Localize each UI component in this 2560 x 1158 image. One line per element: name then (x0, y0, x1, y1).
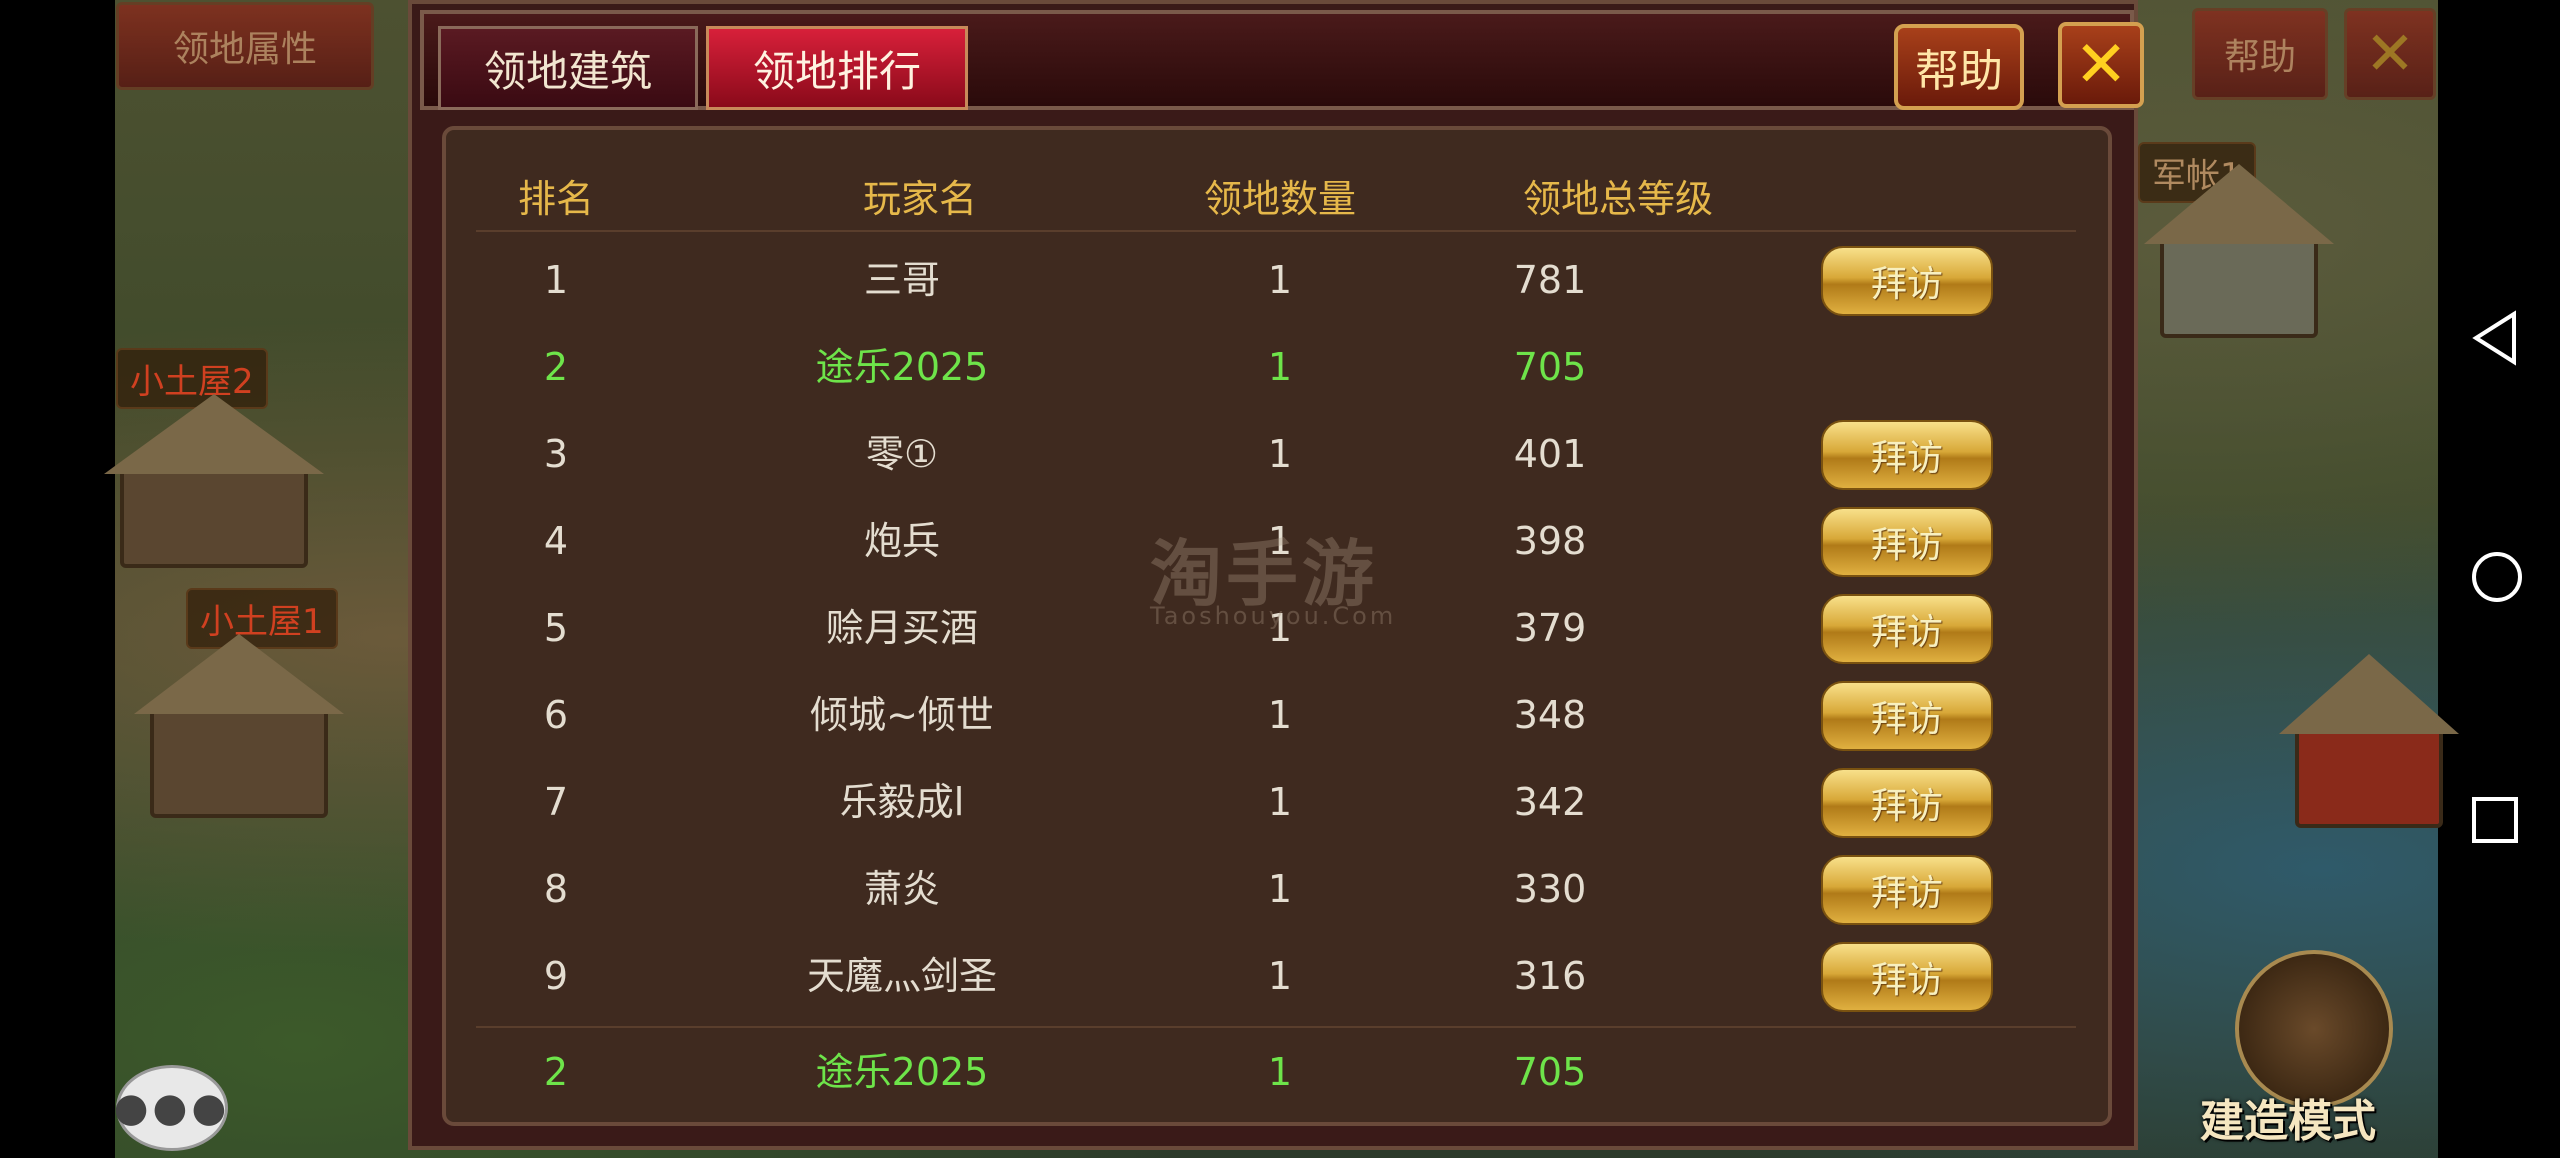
visit-button[interactable]: 拜访 (1821, 507, 1993, 577)
player-name-cell: 零① (865, 432, 939, 476)
total-level-cell: 348 (1513, 693, 1587, 737)
player-name-cell: 倾城~倾世 (810, 693, 994, 737)
player-name-cell: 赊月买酒 (825, 606, 979, 650)
self-total-level: 705 (1513, 1050, 1587, 1094)
visit-button[interactable]: 拜访 (1821, 246, 1993, 316)
total-level-cell: 705 (1513, 345, 1587, 389)
table-row: 8 萧炎 1 330 拜访 (446, 849, 2116, 929)
table-row: 7 乐毅成l 1 342 拜访 (446, 762, 2116, 842)
player-name-cell: 三哥 (863, 258, 941, 302)
rank-cell: 2 (543, 345, 569, 389)
home-circle-icon[interactable] (2470, 550, 2524, 608)
header-total-level: 领地总等级 (1522, 177, 1714, 221)
rank-cell: 1 (543, 258, 569, 302)
tab-territory-buildings[interactable]: 领地建筑 (438, 26, 698, 110)
total-level-cell: 342 (1513, 780, 1587, 824)
visit-button[interactable]: 拜访 (1821, 768, 1993, 838)
territory-count-cell: 1 (1267, 258, 1293, 302)
footer-divider (476, 1026, 2076, 1028)
rank-cell: 5 (543, 606, 569, 650)
territory-count-cell: 1 (1267, 867, 1293, 911)
territory-count-cell: 1 (1267, 345, 1293, 389)
player-name-cell: 炮兵 (863, 519, 941, 563)
tab-territory-ranking[interactable]: 领地排行 (706, 26, 968, 110)
rank-cell: 3 (543, 432, 569, 476)
player-name-cell: 乐毅成l (839, 780, 965, 824)
player-name-cell: 途乐2025 (815, 345, 989, 389)
self-player-name: 途乐2025 (815, 1050, 989, 1094)
player-name-cell: 萧炎 (863, 867, 941, 911)
rank-cell: 9 (543, 954, 569, 998)
territory-count-cell: 1 (1267, 780, 1293, 824)
hut-building[interactable] (150, 700, 328, 818)
territory-count-cell: 1 (1267, 693, 1293, 737)
visit-button[interactable]: 拜访 (1821, 594, 1993, 664)
territory-count-cell: 1 (1267, 432, 1293, 476)
total-level-cell: 316 (1513, 954, 1587, 998)
total-level-cell: 398 (1513, 519, 1587, 563)
visit-button[interactable]: 拜访 (1821, 942, 1993, 1012)
background-help-button[interactable]: 帮助 (2192, 8, 2328, 100)
header-divider (476, 230, 2076, 232)
player-name-cell: 天魔灬剑圣 (806, 954, 998, 998)
total-level-cell: 401 (1513, 432, 1587, 476)
map-label-hut-2[interactable]: 小土屋2 (116, 348, 268, 409)
self-rank: 2 (543, 1050, 569, 1094)
rank-cell: 6 (543, 693, 569, 737)
rank-cell: 4 (543, 519, 569, 563)
territory-attributes-button[interactable]: 领地属性 (116, 2, 374, 90)
header-player-name: 玩家名 (862, 177, 978, 221)
total-level-cell: 781 (1513, 258, 1587, 302)
visit-button[interactable]: 拜访 (1821, 681, 1993, 751)
table-row: 3 零① 1 401 拜访 (446, 414, 2116, 494)
self-rank-row: 2 途乐2025 1 705 (446, 1032, 2116, 1112)
tab-bar: 领地建筑 领地排行 帮助 ✕ (420, 10, 2144, 110)
chat-bubble-icon[interactable]: ●●● (114, 1065, 228, 1151)
header-territory-count: 领地数量 (1203, 177, 1357, 221)
close-icon[interactable]: ✕ (2058, 22, 2144, 108)
total-level-cell: 379 (1513, 606, 1587, 650)
rank-cell: 7 (543, 780, 569, 824)
rank-cell: 8 (543, 867, 569, 911)
table-row: 6 倾城~倾世 1 348 拜访 (446, 675, 2116, 755)
visit-button[interactable]: 拜访 (1821, 855, 1993, 925)
hut-building[interactable] (120, 460, 308, 568)
self-territory-count: 1 (1267, 1050, 1293, 1094)
build-mode-label[interactable]: 建造模式 (2200, 1085, 2376, 1149)
background-close-icon[interactable]: ✕ (2344, 8, 2436, 100)
tent-building[interactable] (2160, 230, 2318, 338)
territory-count-cell: 1 (1267, 954, 1293, 998)
map-label-hut-1[interactable]: 小土屋1 (186, 588, 338, 649)
table-row: 2 途乐2025 1 705 (446, 327, 2116, 407)
watermark-url: Taoshouyou.Com (1150, 602, 1397, 630)
table-row: 9 天魔灬剑圣 1 316 拜访 (446, 936, 2116, 1016)
help-button[interactable]: 帮助 (1894, 24, 2024, 110)
recent-square-icon[interactable] (2470, 795, 2520, 849)
header-rank: 排名 (517, 177, 595, 221)
visit-button[interactable]: 拜访 (1821, 420, 1993, 490)
table-row: 1 三哥 1 781 拜访 (446, 240, 2116, 320)
barracks-building[interactable] (2295, 720, 2443, 828)
back-triangle-icon[interactable] (2470, 310, 2520, 370)
total-level-cell: 330 (1513, 867, 1587, 911)
